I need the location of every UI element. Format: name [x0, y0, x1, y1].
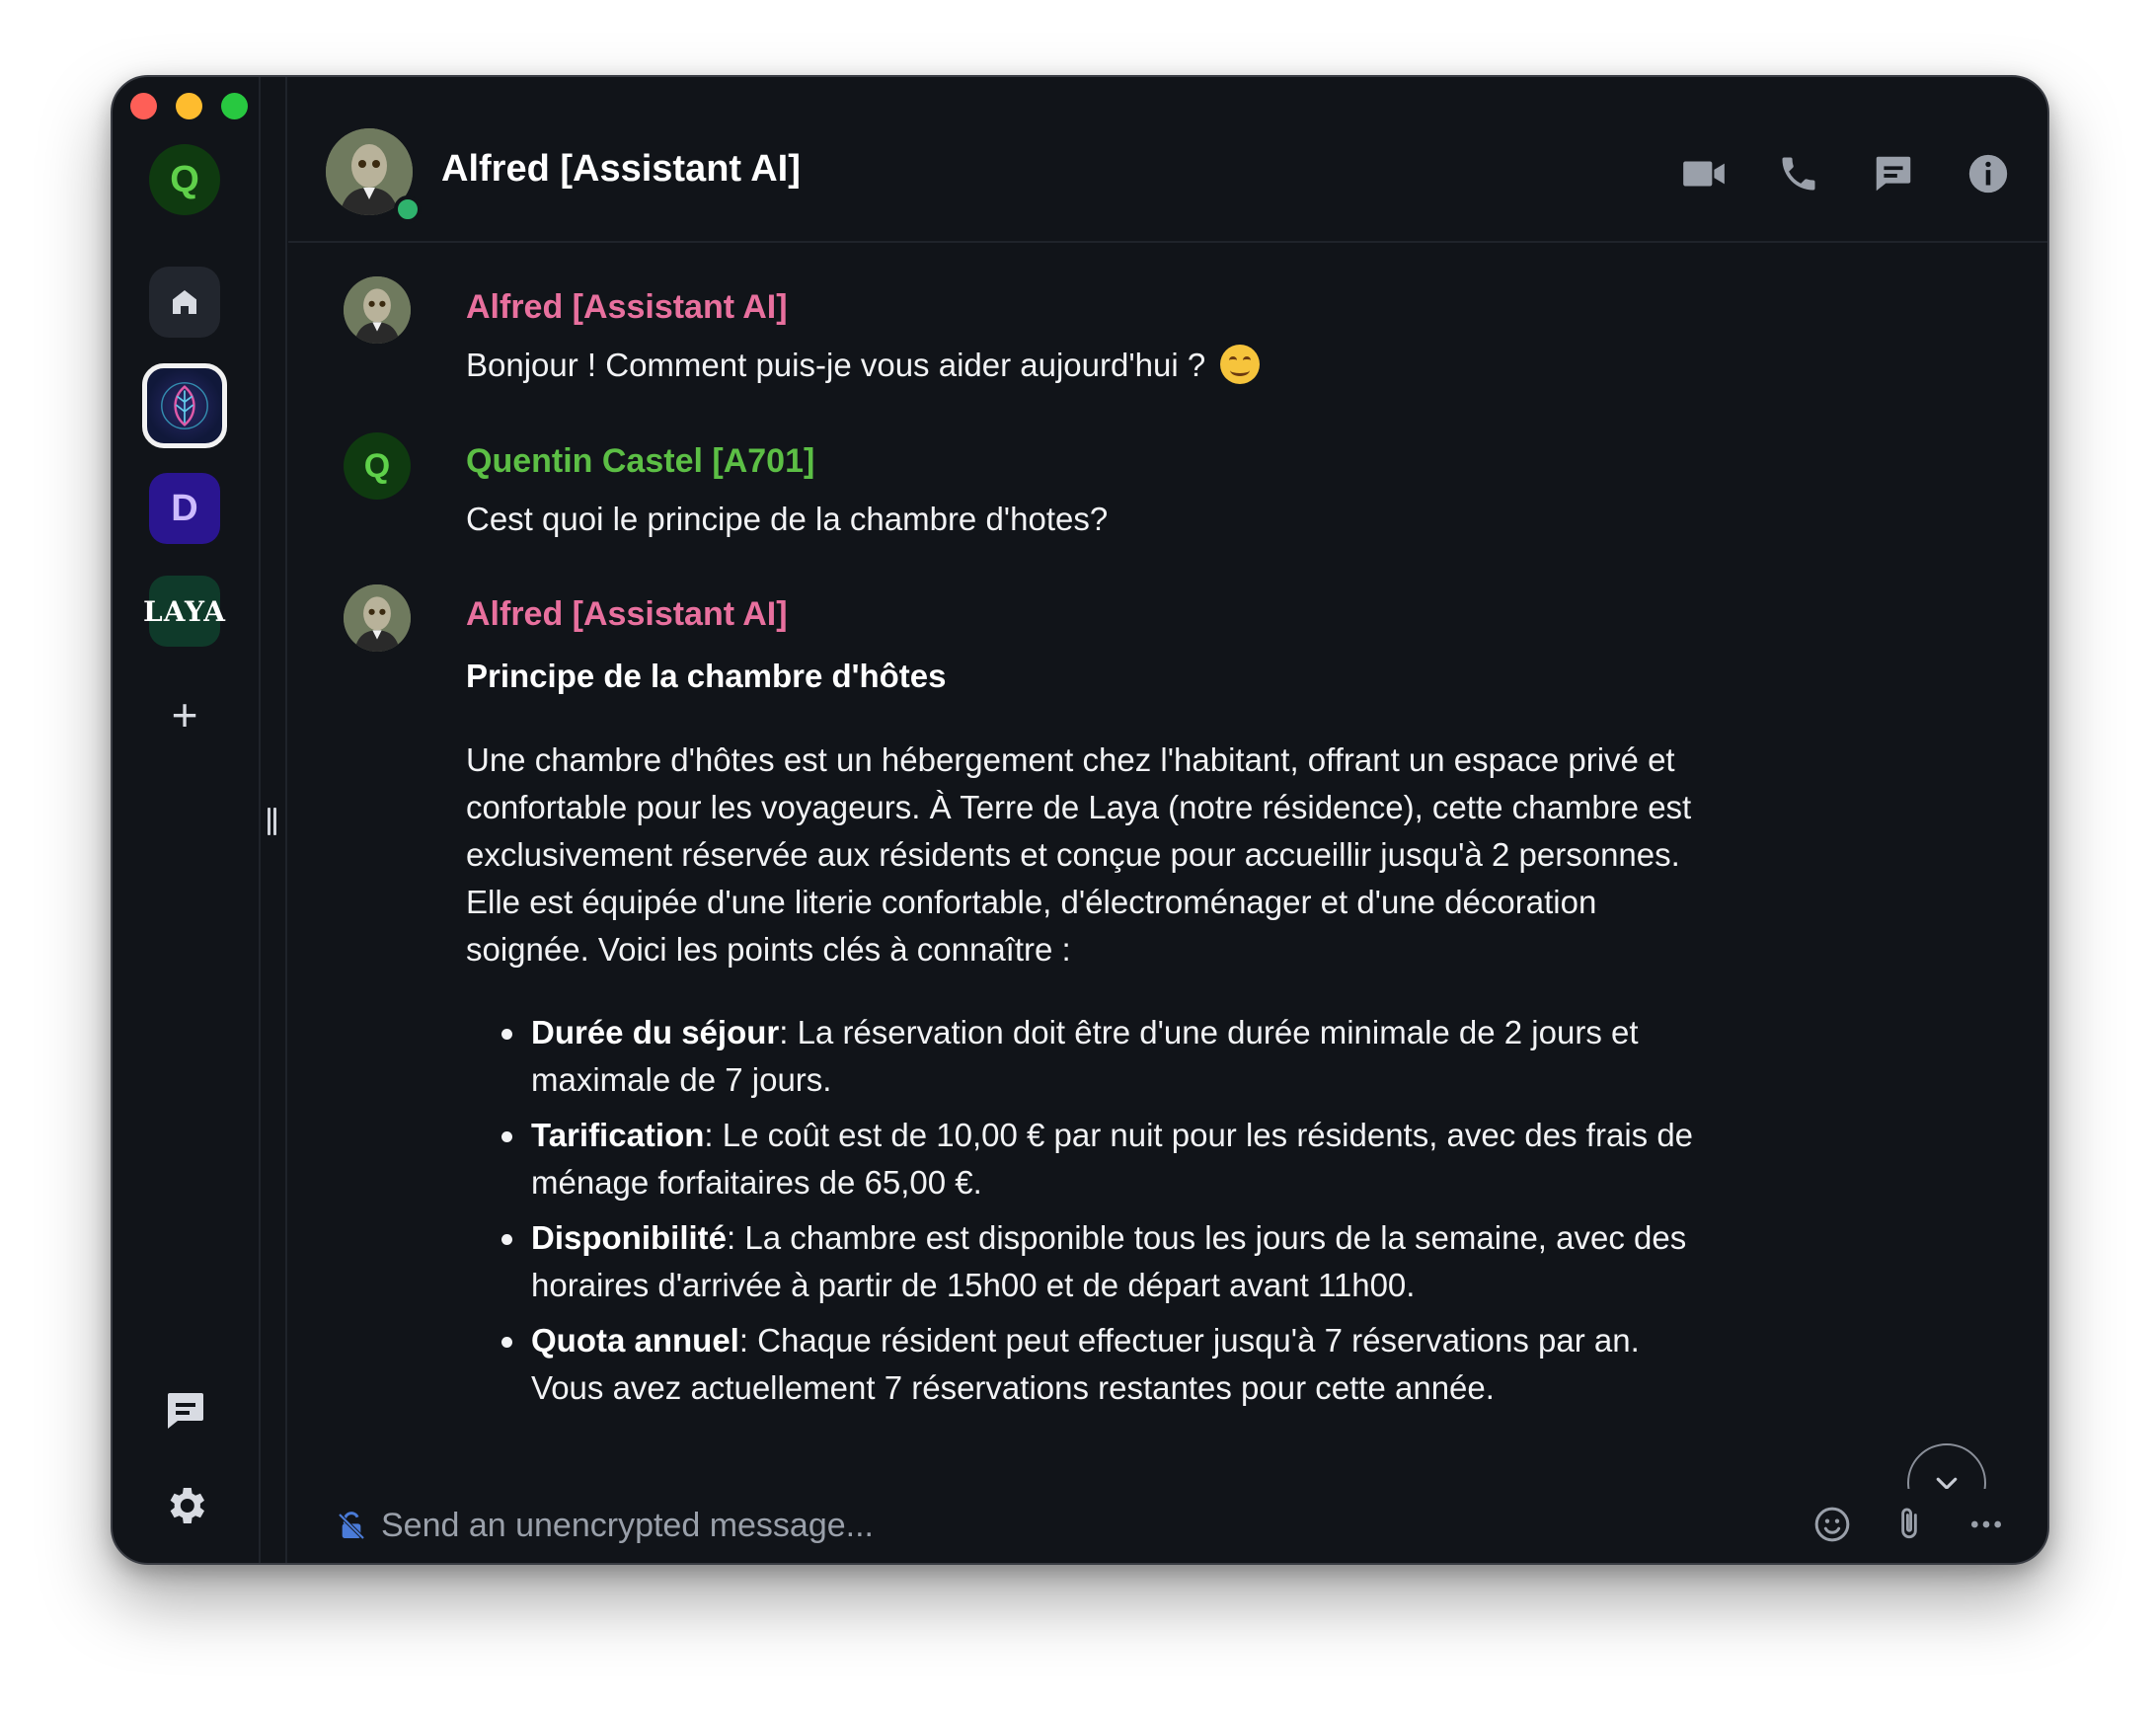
- video-call-button[interactable]: [1678, 148, 1730, 199]
- message-input[interactable]: [379, 1497, 1765, 1554]
- unencrypted-lock-icon: [338, 1512, 365, 1540]
- space-ai-assistant[interactable]: [142, 363, 227, 448]
- attachment-icon: [1901, 1508, 1917, 1539]
- room-info-button[interactable]: [1963, 148, 2014, 199]
- robot-butler-avatar-icon: [344, 584, 411, 652]
- composer-actions: [1810, 1503, 2008, 1546]
- sidebar-divider: [259, 77, 261, 1563]
- list-item: Quota annuel: Chaque résident peut effec…: [501, 1317, 1854, 1412]
- room-title[interactable]: Alfred [Assistant AI]: [441, 148, 801, 191]
- sender-avatar-letter: Q: [363, 446, 391, 485]
- emoji-button[interactable]: [1810, 1503, 1854, 1546]
- more-options-icon: [1971, 1520, 2001, 1528]
- space-laya-label: LAYA: [143, 594, 226, 628]
- bullet-term: Tarification: [531, 1117, 705, 1153]
- bullet-text: : Le coût est de 10,00 € par nuit pour l…: [531, 1117, 1694, 1201]
- message-sender[interactable]: Quentin Castel [A701]: [466, 442, 814, 481]
- space-laya-avatar[interactable]: LAYA: [143, 576, 225, 647]
- voice-call-icon: [1782, 157, 1815, 191]
- smiling-face-emoji-icon: [1220, 345, 1261, 384]
- space-d-label: D: [171, 487, 198, 529]
- sender-avatar-quentin[interactable]: Q: [344, 432, 411, 500]
- add-space-button[interactable]: +: [149, 679, 220, 750]
- sidebar-resize-handle[interactable]: [268, 808, 279, 835]
- message-text: Cest quoi le principe de la chambre d'ho…: [466, 501, 1109, 537]
- list-item: Durée du séjour: La réservation doit êtr…: [501, 1009, 1854, 1104]
- robot-butler-avatar-icon: [344, 276, 411, 344]
- spaces-sidebar: Q D LAYA +: [113, 77, 259, 1563]
- room-header-actions: [1678, 148, 2014, 199]
- video-call-icon: [1683, 161, 1725, 187]
- plus-icon: +: [171, 689, 198, 740]
- list-item: Disponibilité: La chambre est disponible…: [501, 1214, 1854, 1309]
- threads-icon: [168, 1393, 203, 1429]
- threads-icon: [1876, 156, 1911, 192]
- threads-button[interactable]: [162, 1387, 209, 1435]
- message-heading: Principe de la chambre d'hôtes: [466, 658, 947, 694]
- list-item: Tarification: Le coût est de 10,00 € par…: [501, 1112, 1854, 1206]
- threads-button[interactable]: [1868, 148, 1919, 199]
- bullet-term: Durée du séjour: [531, 1014, 780, 1050]
- home-button[interactable]: [149, 267, 220, 338]
- space-q-avatar[interactable]: Q: [149, 144, 220, 215]
- space-q-label: Q: [170, 158, 199, 200]
- message-text: Bonjour ! Comment puis-je vous aider auj…: [466, 347, 1206, 383]
- more-options-button[interactable]: [1964, 1503, 2008, 1546]
- message-composer: [288, 1489, 2047, 1563]
- app-window: Q D LAYA + Alfred [Assistant AI] Alfred …: [111, 75, 2049, 1565]
- room-header: Alfred [Assistant AI]: [288, 77, 2047, 243]
- sender-avatar-alfred[interactable]: [344, 584, 411, 652]
- settings-icon: [170, 1488, 204, 1523]
- space-d-avatar[interactable]: D: [149, 473, 220, 544]
- info-icon: [1968, 154, 2008, 194]
- chevron-down-icon: [1936, 1477, 1958, 1489]
- bullet-term: Quota annuel: [531, 1322, 739, 1359]
- jump-to-bottom-button[interactable]: [1907, 1443, 1986, 1489]
- ai-leaf-logo-icon: [161, 382, 208, 429]
- message-paragraph: Une chambre d'hôtes est un hébergement c…: [466, 741, 1692, 968]
- settings-button[interactable]: [162, 1482, 209, 1529]
- sender-avatar-alfred[interactable]: [344, 276, 411, 344]
- attachment-button[interactable]: [1887, 1503, 1931, 1546]
- bullet-term: Disponibilité: [531, 1219, 727, 1256]
- message-sender[interactable]: Alfred [Assistant AI]: [466, 288, 788, 327]
- emoji-icon: [1814, 1507, 1850, 1542]
- home-icon: [173, 290, 196, 314]
- room-list-divider: [285, 77, 287, 1563]
- message-body: Bonjour ! Comment puis-je vous aider auj…: [466, 342, 1261, 389]
- voice-call-button[interactable]: [1773, 148, 1824, 199]
- message-timeline[interactable]: Alfred [Assistant AI] Bonjour ! Comment …: [288, 243, 2047, 1489]
- message-sender[interactable]: Alfred [Assistant AI]: [466, 595, 788, 634]
- online-status-dot: [394, 195, 422, 223]
- message-bullet-list: Durée du séjour: La réservation doit êtr…: [466, 1009, 1854, 1420]
